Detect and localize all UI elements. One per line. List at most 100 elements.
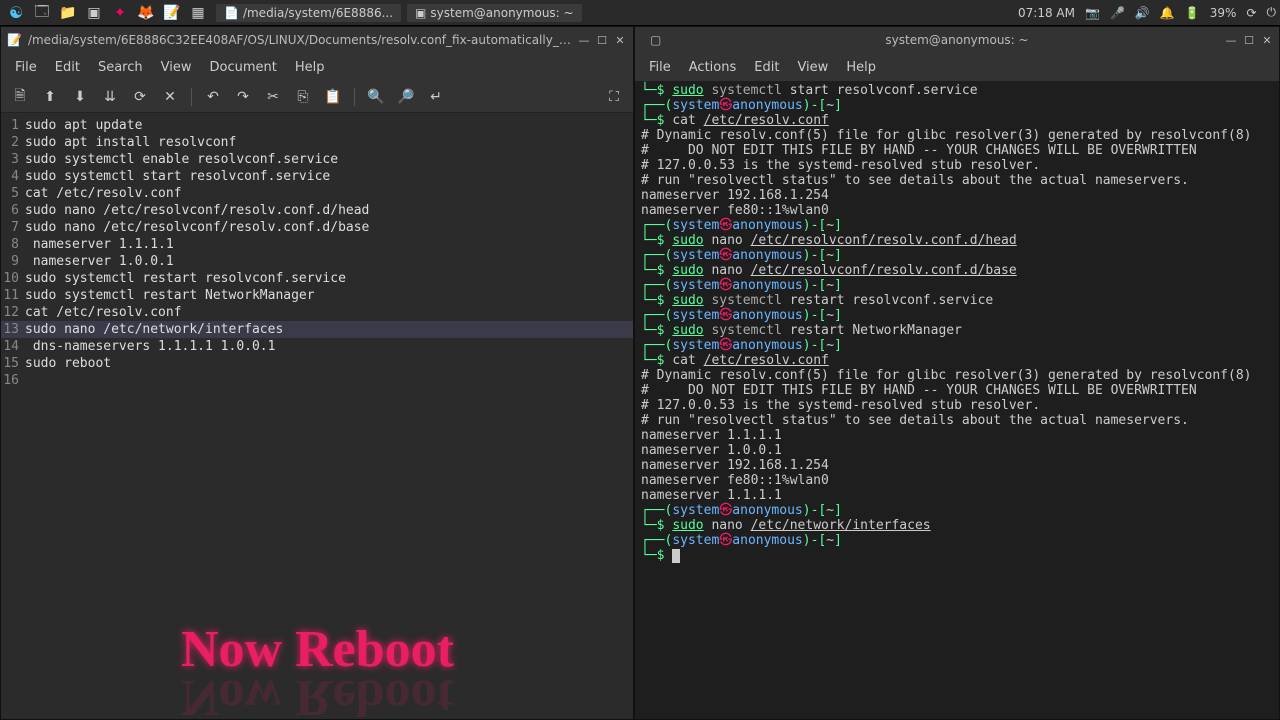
editor-line[interactable]: 2sudo apt install resolvconf xyxy=(1,134,633,151)
prompt-command: └─$ sudo systemctl restart NetworkManage… xyxy=(641,323,1273,338)
open-file-icon[interactable]: ⬆ xyxy=(39,86,61,108)
menu-search[interactable]: Search xyxy=(90,57,151,78)
paste-icon[interactable]: 📋 xyxy=(322,86,344,108)
menu-edit[interactable]: Edit xyxy=(47,57,88,78)
desktop-icon[interactable]: 🗔 xyxy=(30,3,54,23)
terminal-output: # Dynamic resolv.conf(5) file for glibc … xyxy=(641,368,1273,383)
terminal-output: # 127.0.0.53 is the systemd-resolved stu… xyxy=(641,398,1273,413)
menu-view[interactable]: View xyxy=(153,57,200,78)
microphone-icon[interactable]: 🎤 xyxy=(1110,6,1125,20)
cursor xyxy=(672,549,680,563)
prompt-header: ┌──(system㉿anonymous)-[~] xyxy=(641,338,1273,353)
copy-icon[interactable]: ⎘ xyxy=(292,86,314,108)
editor-menubar: FileEditSearchViewDocumentHelp xyxy=(1,53,633,81)
clock[interactable]: 07:18 AM xyxy=(1018,6,1075,20)
redo-icon[interactable]: ↷ xyxy=(232,86,254,108)
line-content: sudo systemctl restart NetworkManager xyxy=(25,287,315,304)
editor-window: 📝 /media/system/6E8886C32EE408AF/OS/LINU… xyxy=(0,26,634,720)
line-content: nameserver 1.0.0.1 xyxy=(25,253,174,270)
save-file-icon[interactable]: ⬇ xyxy=(69,86,91,108)
menu-view[interactable]: View xyxy=(789,57,836,78)
menu-help[interactable]: Help xyxy=(287,57,333,78)
editor-line[interactable]: 4sudo systemctl start resolvconf.service xyxy=(1,168,633,185)
terminal-tab-icon[interactable]: ▢ xyxy=(650,33,661,47)
editor-titlebar[interactable]: 📝 /media/system/6E8886C32EE408AF/OS/LINU… xyxy=(1,27,633,53)
editor-line[interactable]: 10sudo systemctl restart resolvconf.serv… xyxy=(1,270,633,287)
terminal-titlebar[interactable]: ▢ system@anonymous: ~ — ☐ ✕ xyxy=(635,27,1279,53)
separator xyxy=(354,88,355,106)
menu-help[interactable]: Help xyxy=(838,57,884,78)
line-number: 7 xyxy=(1,219,25,236)
line-content: sudo systemctl start resolvconf.service xyxy=(25,168,330,185)
camera-icon[interactable]: 📷 xyxy=(1085,6,1100,20)
minimize-button[interactable]: — xyxy=(1224,33,1238,47)
files-icon[interactable]: 📁 xyxy=(56,3,80,23)
line-number: 11 xyxy=(1,287,25,304)
line-content: sudo systemctl restart resolvconf.servic… xyxy=(25,270,346,287)
editor-launcher-icon[interactable]: 📝 xyxy=(160,3,184,23)
line-number: 1 xyxy=(1,117,25,134)
editor-line[interactable]: 5cat /etc/resolv.conf xyxy=(1,185,633,202)
new-file-icon[interactable]: 🗎 xyxy=(9,86,31,108)
editor-line[interactable]: 15sudo reboot xyxy=(1,355,633,372)
editor-line[interactable]: 9 nameserver 1.0.0.1 xyxy=(1,253,633,270)
editor-line[interactable]: 13sudo nano /etc/network/interfaces xyxy=(1,321,633,338)
taskbar-task-terminal[interactable]: ▣ system@anonymous: ~ xyxy=(407,4,582,22)
undo-icon[interactable]: ↶ xyxy=(202,86,224,108)
prompt-header: ┌──(system㉿anonymous)-[~] xyxy=(641,533,1273,548)
overlay-text-reflection: Now Reboot xyxy=(181,668,454,719)
power-icon[interactable]: ⏻ xyxy=(1267,5,1277,20)
editor-line[interactable]: 7sudo nano /etc/resolvconf/resolv.conf.d… xyxy=(1,219,633,236)
terminal-output: # run "resolvectl status" to see details… xyxy=(641,413,1273,428)
maximize-button[interactable]: ☐ xyxy=(595,33,609,47)
terminal-output: nameserver fe80::1%wlan0 xyxy=(641,203,1273,218)
taskbar-task-editor[interactable]: 📄 /media/system/6E8886... xyxy=(216,4,401,22)
fullscreen-icon[interactable]: ⛶ xyxy=(603,86,625,108)
kali-icon[interactable]: ✦ xyxy=(108,3,132,23)
menu-file[interactable]: File xyxy=(641,57,679,78)
goto-icon[interactable]: ↵ xyxy=(425,86,447,108)
cut-icon[interactable]: ✂ xyxy=(262,86,284,108)
editor-line[interactable]: 11sudo systemctl restart NetworkManager xyxy=(1,287,633,304)
notification-icon[interactable]: 🔔 xyxy=(1160,6,1175,20)
editor-line[interactable]: 12cat /etc/resolv.conf xyxy=(1,304,633,321)
save-as-icon[interactable]: ⇊ xyxy=(99,86,121,108)
search-replace-icon[interactable]: 🔎 xyxy=(395,86,417,108)
menu-document[interactable]: Document xyxy=(201,57,284,78)
firefox-icon[interactable]: 🦊 xyxy=(134,3,158,23)
app-icon[interactable]: ▦ xyxy=(186,3,210,23)
reload-icon[interactable]: ⟳ xyxy=(129,86,151,108)
menu-file[interactable]: File xyxy=(7,57,45,78)
line-number: 3 xyxy=(1,151,25,168)
document-icon: 📄 xyxy=(224,6,239,20)
search-icon[interactable]: 🔍 xyxy=(365,86,387,108)
battery-icon[interactable]: 🔋 xyxy=(1185,6,1200,20)
editor-body[interactable]: 1sudo apt update2sudo apt install resolv… xyxy=(1,113,633,719)
line-content: cat /etc/resolv.conf xyxy=(25,185,182,202)
menu-actions[interactable]: Actions xyxy=(681,57,745,78)
editor-line[interactable]: 3sudo systemctl enable resolvconf.servic… xyxy=(1,151,633,168)
line-number: 15 xyxy=(1,355,25,372)
volume-icon[interactable]: 🔊 xyxy=(1135,6,1150,20)
line-content: nameserver 1.1.1.1 xyxy=(25,236,174,253)
prompt-command: └─$ cat /etc/resolv.conf xyxy=(641,113,1273,128)
app-menu-icon[interactable]: ☯ xyxy=(4,3,28,23)
close-button[interactable]: ✕ xyxy=(1260,33,1274,47)
close-button[interactable]: ✕ xyxy=(613,33,627,47)
menu-edit[interactable]: Edit xyxy=(746,57,787,78)
line-number: 4 xyxy=(1,168,25,185)
terminal-output: nameserver 192.168.1.254 xyxy=(641,458,1273,473)
refresh-icon[interactable]: ⟳ xyxy=(1246,6,1256,20)
close-file-icon[interactable]: ✕ xyxy=(159,86,181,108)
editor-line[interactable]: 6sudo nano /etc/resolvconf/resolv.conf.d… xyxy=(1,202,633,219)
prompt-header: ┌──(system㉿anonymous)-[~] xyxy=(641,248,1273,263)
editor-line[interactable]: 8 nameserver 1.1.1.1 xyxy=(1,236,633,253)
terminal-body[interactable]: └─$ sudo systemctl start resolvconf.serv… xyxy=(635,81,1279,719)
maximize-button[interactable]: ☐ xyxy=(1242,33,1256,47)
editor-line[interactable]: 14 dns-nameservers 1.1.1.1 1.0.0.1 xyxy=(1,338,633,355)
minimize-button[interactable]: — xyxy=(577,33,591,47)
editor-line[interactable]: 16 xyxy=(1,372,633,389)
editor-line[interactable]: 1sudo apt update xyxy=(1,117,633,134)
terminal-launcher-icon[interactable]: ▣ xyxy=(82,3,106,23)
terminal-title: system@anonymous: ~ xyxy=(885,33,1028,47)
